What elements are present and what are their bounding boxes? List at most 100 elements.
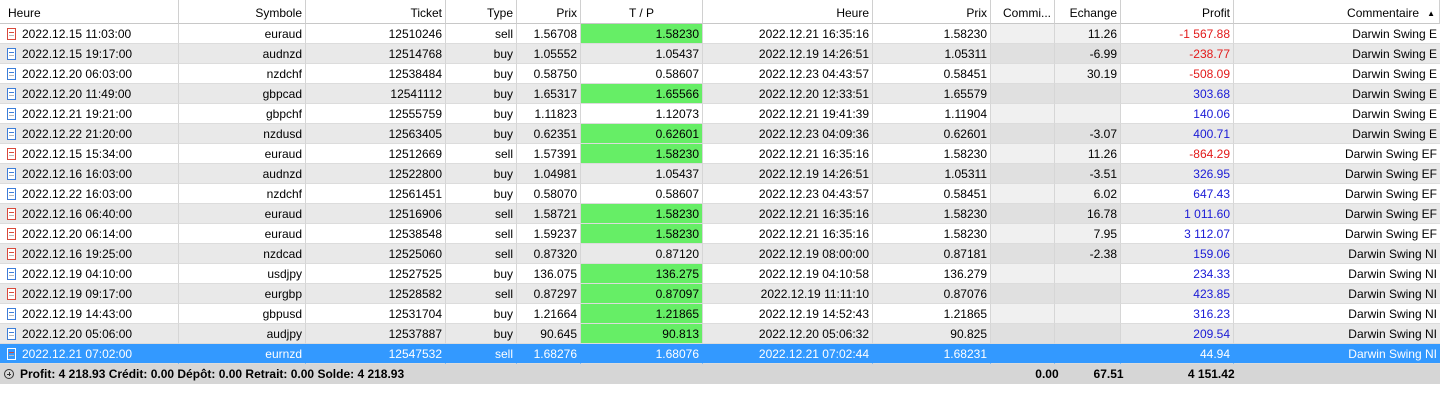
type-value: sell: [494, 346, 513, 361]
col-profit-header[interactable]: Profit: [1121, 0, 1234, 24]
col-take-profit-header[interactable]: T / P: [581, 0, 703, 24]
table-row[interactable]: 2022.12.22 21:20:00 nzdusd 12563405 buy 0.62…: [0, 124, 1440, 144]
table-row[interactable]: 2022.12.20 06:14:00 euraud 12538548 sell 1.5…: [0, 224, 1440, 244]
symbol-cell: euraud: [179, 24, 306, 44]
open-price-value: 1.57391: [533, 146, 577, 161]
comment-value: Darwin Swing EF: [1344, 146, 1437, 161]
close-time-cell: 2022.12.19 14:52:43: [703, 304, 873, 324]
type-value: buy: [493, 306, 513, 321]
open-price-value: 1.65317: [533, 86, 577, 101]
symbol-cell: nzdusd: [179, 124, 306, 144]
close-time-value: 2022.12.19 11:11:10: [760, 286, 869, 301]
take-profit-value: 0.58607: [655, 66, 699, 81]
table-row[interactable]: 2022.12.15 19:17:00 audnzd 12514768 buy 1.05…: [0, 44, 1440, 64]
col-ticket-header[interactable]: Ticket: [306, 0, 446, 24]
table-row[interactable]: 2022.12.19 04:10:00 usdjpy 12527525 buy 136.…: [0, 264, 1440, 284]
table-row[interactable]: 2022.12.21 07:02:00 eurnzd 12547532 sell 1.6…: [0, 344, 1440, 364]
close-price-cell: 0.62601: [873, 124, 991, 144]
close-price-cell: 1.58230: [873, 204, 991, 224]
open-price-value: 1.58721: [533, 206, 577, 221]
profit-cell: 44.94: [1121, 344, 1234, 364]
buy-order-icon: [7, 87, 16, 100]
type-cell: buy: [446, 164, 517, 184]
swap-cell: [1055, 344, 1121, 364]
header-label: Prix: [966, 6, 987, 20]
table-row[interactable]: 2022.12.16 06:40:00 euraud 12516906 sell 1.5…: [0, 204, 1440, 224]
take-profit-cell: 1.68076: [581, 344, 703, 364]
table-row[interactable]: 2022.12.21 19:21:00 gbpchf 12555759 buy 1.11…: [0, 104, 1440, 124]
table-row[interactable]: 2022.12.15 11:03:00 euraud 12510246 sell 1.5…: [0, 24, 1440, 44]
close-time-value: 2022.12.20 05:06:32: [758, 326, 869, 341]
close-price-cell: 136.279: [873, 264, 991, 284]
col-close-price-header[interactable]: Prix: [873, 0, 991, 24]
expand-icon[interactable]: [4, 369, 14, 379]
symbol-cell: audnzd: [179, 44, 306, 64]
col-commission-header[interactable]: Commi...: [991, 0, 1055, 24]
open-price-cell: 0.62351: [517, 124, 581, 144]
header-label: Symbole: [255, 6, 302, 20]
open-price-value: 0.58750: [533, 66, 577, 81]
close-price-cell: 0.58451: [873, 64, 991, 84]
close-price-value: 1.58230: [943, 226, 987, 241]
close-time-cell: 2022.12.19 08:00:00: [703, 244, 873, 264]
swap-cell: [1055, 84, 1121, 104]
col-open-time-header[interactable]: Heure: [0, 0, 179, 24]
open-price-cell: 1.11823: [517, 104, 581, 124]
take-profit-cell: 0.58607: [581, 64, 703, 84]
header-label: Ticket: [410, 6, 442, 20]
table-row[interactable]: 2022.12.20 06:03:00 nzdchf 12538484 buy 0.58…: [0, 64, 1440, 84]
buy-order-icon: [7, 267, 16, 280]
table-row[interactable]: 2022.12.16 16:03:00 audnzd 12522800 buy 1.04…: [0, 164, 1440, 184]
commission-cell: [991, 244, 1055, 264]
table-row[interactable]: 2022.12.19 09:17:00 eurgbp 12528582 sell 0.8…: [0, 284, 1440, 304]
comment-cell: Darwin Swing E: [1234, 24, 1440, 44]
profit-cell: 159.06: [1121, 244, 1234, 264]
ticket-value: 12538484: [388, 66, 442, 81]
take-profit-value: 0.62601: [655, 126, 699, 141]
open-time-value: 2022.12.15 11:03:00: [22, 26, 132, 41]
close-time-cell: 2022.12.21 16:35:16: [703, 204, 873, 224]
summary-row[interactable]: Profit: 4 218.93 Crédit: 0.00 Dépôt: 0.0…: [0, 364, 1440, 384]
take-profit-value: 136.275: [655, 266, 699, 281]
close-time-value: 2022.12.20 12:33:51: [758, 86, 869, 101]
close-price-cell: 1.05311: [873, 44, 991, 64]
close-time-cell: 2022.12.21 16:35:16: [703, 24, 873, 44]
close-time-cell: 2022.12.19 14:26:51: [703, 164, 873, 184]
table-row[interactable]: 2022.12.16 19:25:00 nzdcad 12525060 sell 0.8…: [0, 244, 1440, 264]
table-row[interactable]: 2022.12.15 15:34:00 euraud 12512669 sell 1.5…: [0, 144, 1440, 164]
table-row[interactable]: 2022.12.22 16:03:00 nzdchf 12561451 buy 0.58…: [0, 184, 1440, 204]
symbol-value: nzdchf: [266, 186, 302, 201]
ticket-value: 12547532: [388, 346, 442, 361]
open-time-cell: 2022.12.19 04:10:00: [0, 264, 179, 284]
symbol-value: eurnzd: [265, 346, 302, 361]
type-cell: buy: [446, 84, 517, 104]
close-price-cell: 1.68231: [873, 344, 991, 364]
close-time-value: 2022.12.23 04:43:57: [758, 66, 869, 81]
col-close-time-header[interactable]: Heure: [703, 0, 873, 24]
table-row[interactable]: 2022.12.20 05:06:00 audjpy 12537887 buy 90.6…: [0, 324, 1440, 344]
summary-commission: 0.00: [998, 364, 1062, 384]
symbol-value: euraud: [264, 26, 302, 41]
close-time-value: 2022.12.19 08:00:00: [758, 246, 869, 261]
open-time-cell: 2022.12.20 06:03:00: [0, 64, 179, 84]
open-time-value: 2022.12.16 19:25:00: [22, 246, 133, 261]
col-open-price-header[interactable]: Prix: [517, 0, 581, 24]
take-profit-cell: 1.58230: [581, 204, 703, 224]
col-swap-header[interactable]: Echange: [1055, 0, 1121, 24]
profit-value: 423.85: [1193, 286, 1230, 301]
take-profit-value: 1.58230: [655, 26, 699, 41]
header-label: Profit: [1201, 6, 1230, 20]
col-symbol-header[interactable]: Symbole: [179, 0, 306, 24]
col-comment-header[interactable]: Commentaire ▲: [1234, 0, 1440, 24]
open-time-value: 2022.12.21 07:02:00: [22, 346, 133, 361]
close-time-value: 2022.12.21 16:35:16: [758, 146, 869, 161]
col-type-header[interactable]: Type: [446, 0, 517, 24]
profit-value: 303.68: [1193, 86, 1230, 101]
summary-swap: 67.51: [1061, 364, 1127, 384]
table-row[interactable]: 2022.12.19 14:43:00 gbpusd 12531704 buy 1.21…: [0, 304, 1440, 324]
type-value: sell: [494, 286, 513, 301]
table-row[interactable]: 2022.12.20 11:49:00 gbpcad 12541112 buy 1.65…: [0, 84, 1440, 104]
open-price-value: 1.21664: [533, 306, 577, 321]
comment-cell: Darwin Swing E: [1234, 124, 1440, 144]
take-profit-value: 1.58230: [655, 206, 699, 221]
